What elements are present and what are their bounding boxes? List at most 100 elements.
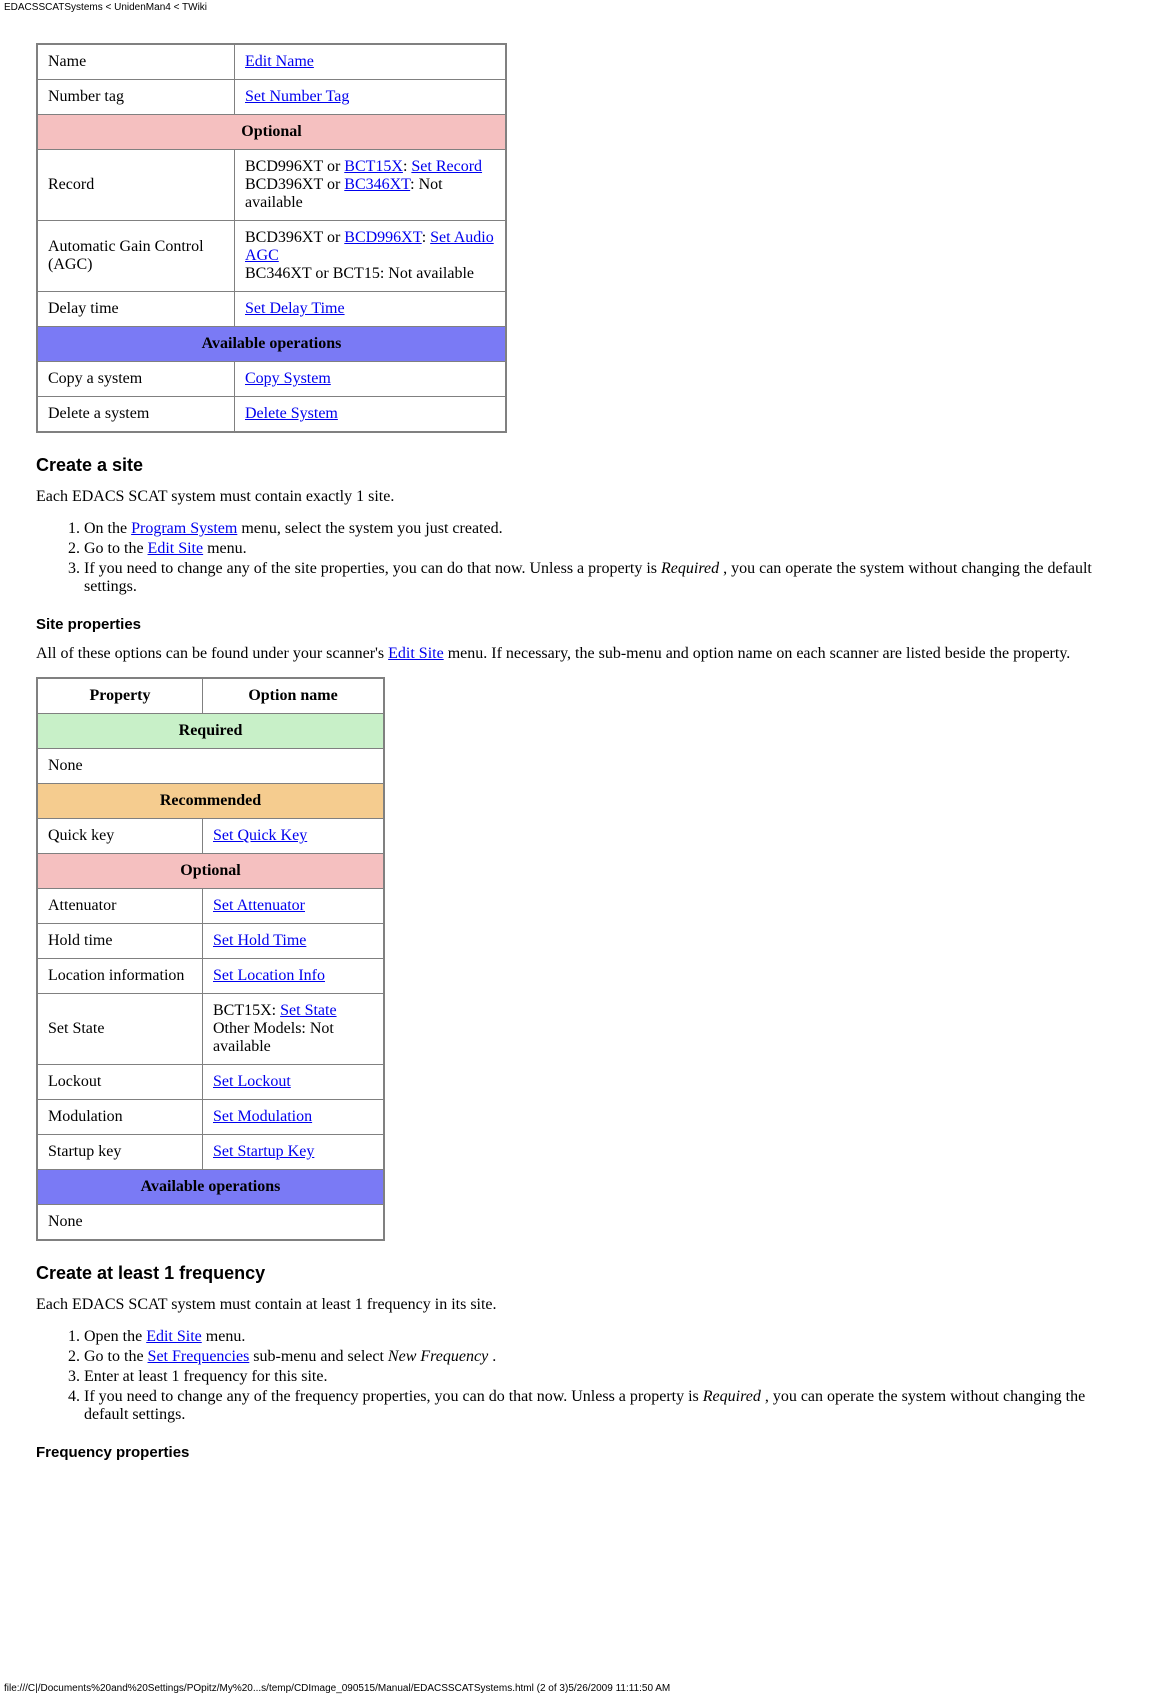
- table-row: None: [37, 749, 384, 784]
- create-site-steps: On the Program System menu, select the s…: [36, 520, 1114, 596]
- set-location-info-link[interactable]: Set Location Info: [213, 967, 325, 984]
- text: .: [488, 1348, 496, 1365]
- section-header-required: Required: [37, 714, 384, 749]
- property-cell: Set State: [37, 994, 203, 1065]
- text: :: [422, 229, 430, 246]
- edit-site-link[interactable]: Edit Site: [148, 540, 204, 557]
- text: On the: [84, 520, 131, 537]
- section-label: Recommended: [37, 784, 384, 819]
- section-label: Optional: [37, 854, 384, 889]
- text: menu. If necessary, the sub-menu and opt…: [444, 645, 1071, 662]
- property-cell: Copy a system: [37, 362, 235, 397]
- create-frequency-heading: Create at least 1 frequency: [36, 1263, 1114, 1284]
- set-delay-time-link[interactable]: Set Delay Time: [245, 300, 345, 317]
- option-cell: Set Attenuator: [203, 889, 385, 924]
- text: Go to the: [84, 1348, 148, 1365]
- text: menu, select the system you just created…: [237, 520, 502, 537]
- option-cell: Set Location Info: [203, 959, 385, 994]
- list-item: Go to the Edit Site menu.: [84, 540, 1114, 558]
- section-header-operations: Available operations: [37, 327, 506, 362]
- set-number-tag-link[interactable]: Set Number Tag: [245, 88, 349, 105]
- emphasis: New Frequency: [388, 1348, 488, 1365]
- set-state-link[interactable]: Set State: [280, 1002, 336, 1019]
- table-header-row: Property Option name: [37, 678, 384, 714]
- option-cell: Set Startup Key: [203, 1135, 385, 1170]
- property-cell: Hold time: [37, 924, 203, 959]
- option-cell: Delete System: [235, 397, 507, 433]
- table-row: Startup key Set Startup Key: [37, 1135, 384, 1170]
- program-system-link[interactable]: Program System: [131, 520, 237, 537]
- list-item: Open the Edit Site menu.: [84, 1328, 1114, 1346]
- none-cell: None: [37, 749, 384, 784]
- property-cell: Attenuator: [37, 889, 203, 924]
- create-site-heading: Create a site: [36, 455, 1114, 476]
- option-cell: BCT15X: Set State Other Models: Not avai…: [203, 994, 385, 1065]
- property-cell: Name: [37, 44, 235, 80]
- column-header-property: Property: [37, 678, 203, 714]
- text: All of these options can be found under …: [36, 645, 388, 662]
- set-quick-key-link[interactable]: Set Quick Key: [213, 827, 307, 844]
- section-label: Available operations: [37, 327, 506, 362]
- edit-site-link[interactable]: Edit Site: [388, 645, 444, 662]
- text: If you need to change any of the site pr…: [84, 560, 661, 577]
- section-header-recommended: Recommended: [37, 784, 384, 819]
- table-row: Set State BCT15X: Set State Other Models…: [37, 994, 384, 1065]
- section-header-operations: Available operations: [37, 1170, 384, 1205]
- table-row: Hold time Set Hold Time: [37, 924, 384, 959]
- table-row: Delay time Set Delay Time: [37, 292, 506, 327]
- list-item: If you need to change any of the site pr…: [84, 560, 1114, 596]
- property-cell: Modulation: [37, 1100, 203, 1135]
- frequency-properties-heading: Frequency properties: [36, 1444, 1114, 1461]
- option-cell: Set Quick Key: [203, 819, 385, 854]
- property-cell: Startup key: [37, 1135, 203, 1170]
- set-record-link[interactable]: Set Record: [411, 158, 482, 175]
- delete-system-link[interactable]: Delete System: [245, 405, 338, 422]
- header-breadcrumb: EDACSSCATSystems < UnidenMan4 < TWiki: [0, 0, 1150, 15]
- property-cell: Number tag: [37, 80, 235, 115]
- property-cell: Location information: [37, 959, 203, 994]
- property-cell: Lockout: [37, 1065, 203, 1100]
- set-modulation-link[interactable]: Set Modulation: [213, 1108, 312, 1125]
- property-cell: Delay time: [37, 292, 235, 327]
- list-item: On the Program System menu, select the s…: [84, 520, 1114, 538]
- set-attenuator-link[interactable]: Set Attenuator: [213, 897, 305, 914]
- create-frequency-intro: Each EDACS SCAT system must contain at l…: [36, 1296, 1114, 1314]
- text: BCD396XT or: [245, 176, 344, 193]
- table-row: Modulation Set Modulation: [37, 1100, 384, 1135]
- list-item: Enter at least 1 frequency for this site…: [84, 1368, 1114, 1386]
- set-lockout-link[interactable]: Set Lockout: [213, 1073, 291, 1090]
- table-row: Copy a system Copy System: [37, 362, 506, 397]
- bc346xt-link[interactable]: BC346XT: [344, 176, 410, 193]
- property-cell: Automatic Gain Control (AGC): [37, 221, 235, 292]
- text: menu.: [203, 540, 247, 557]
- table-row: Attenuator Set Attenuator: [37, 889, 384, 924]
- emphasis: Required: [703, 1388, 761, 1405]
- site-properties-intro: All of these options can be found under …: [36, 645, 1114, 663]
- text: If you need to change any of the frequen…: [84, 1388, 703, 1405]
- edit-name-link[interactable]: Edit Name: [245, 53, 314, 70]
- create-site-intro: Each EDACS SCAT system must contain exac…: [36, 488, 1114, 506]
- set-frequencies-link[interactable]: Set Frequencies: [148, 1348, 250, 1365]
- site-properties-heading: Site properties: [36, 616, 1114, 633]
- section-header-optional: Optional: [37, 854, 384, 889]
- set-startup-key-link[interactable]: Set Startup Key: [213, 1143, 314, 1160]
- table-row: Name Edit Name: [37, 44, 506, 80]
- option-cell: Set Number Tag: [235, 80, 507, 115]
- copy-system-link[interactable]: Copy System: [245, 370, 331, 387]
- section-header-optional: Optional: [37, 115, 506, 150]
- option-cell: Edit Name: [235, 44, 507, 80]
- text: Go to the: [84, 540, 148, 557]
- list-item: Go to the Set Frequencies sub-menu and s…: [84, 1348, 1114, 1366]
- option-cell: Copy System: [235, 362, 507, 397]
- emphasis: Required: [661, 560, 719, 577]
- bct15x-link[interactable]: BCT15X: [344, 158, 403, 175]
- text: BCD996XT or: [245, 158, 344, 175]
- table-row: Delete a system Delete System: [37, 397, 506, 433]
- bcd996xt-link[interactable]: BCD996XT: [344, 229, 421, 246]
- text: menu.: [202, 1328, 246, 1345]
- set-hold-time-link[interactable]: Set Hold Time: [213, 932, 306, 949]
- edit-site-link[interactable]: Edit Site: [146, 1328, 202, 1345]
- table-row: Quick key Set Quick Key: [37, 819, 384, 854]
- table-row: Record BCD996XT or BCT15X: Set Record BC…: [37, 150, 506, 221]
- option-cell: Set Lockout: [203, 1065, 385, 1100]
